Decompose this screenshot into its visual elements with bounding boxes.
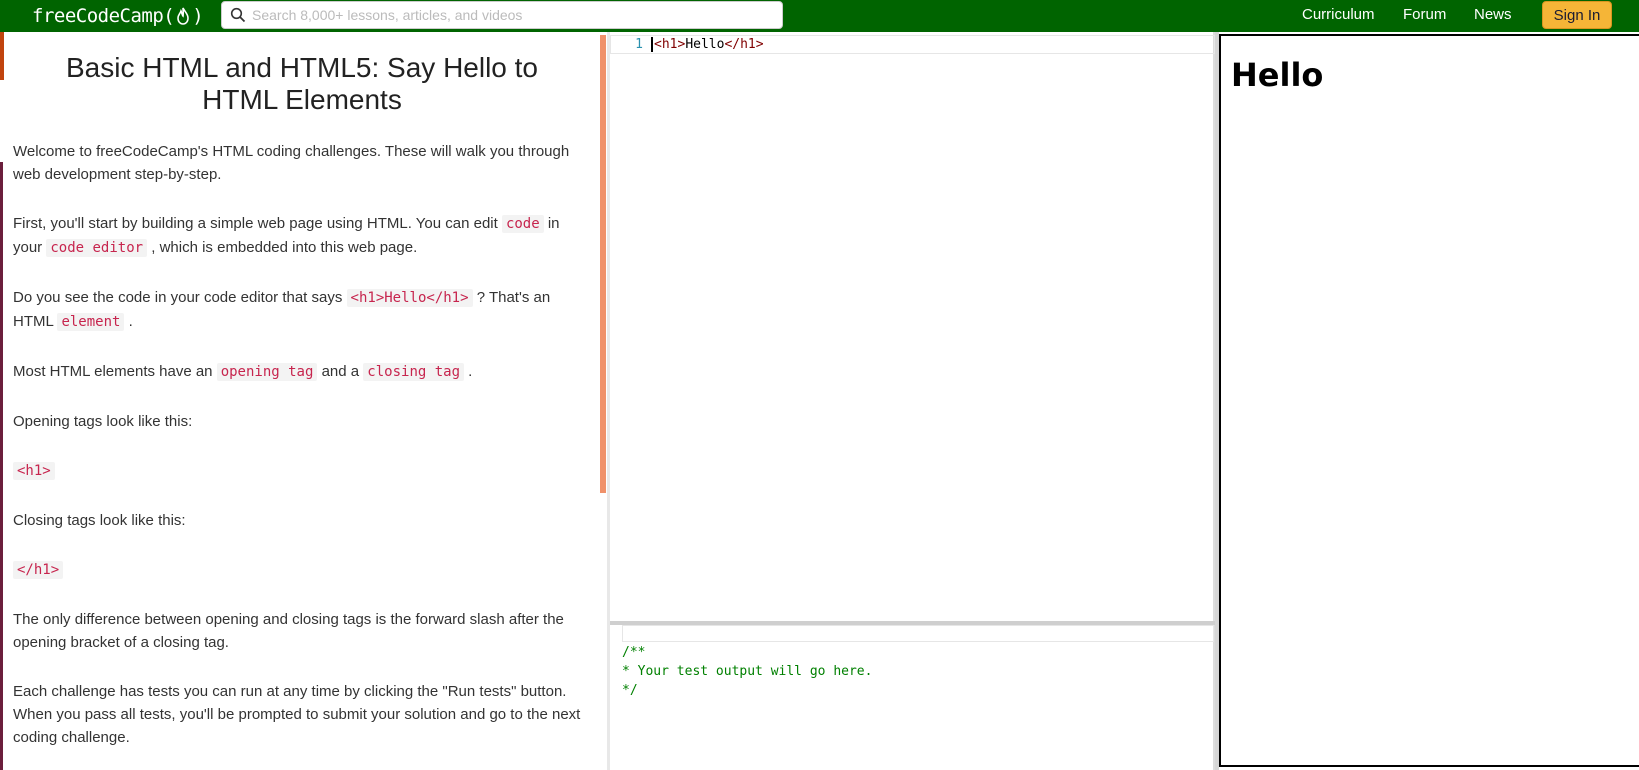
inline-code: closing tag	[363, 363, 465, 381]
nav-link-forum[interactable]: Forum	[1403, 6, 1446, 23]
preview-frame: Hello	[1219, 34, 1639, 767]
instruction-paragraph: <h1>	[13, 459, 591, 483]
search-icon	[230, 7, 246, 23]
search-input[interactable]	[252, 7, 782, 23]
test-output-console: /** * Your test output will go here. */	[610, 625, 1215, 770]
editor-line[interactable]: 1 <h1>Hello</h1>	[610, 35, 1215, 54]
nav-link-news[interactable]: News	[1474, 6, 1512, 23]
console-output: /** * Your test output will go here. */	[622, 645, 873, 698]
logo-text-left: freeCodeCamp(	[32, 5, 175, 27]
sign-in-button[interactable]: Sign In	[1542, 1, 1612, 29]
instruction-paragraph: Opening tags look like this:	[13, 413, 193, 430]
freecodecamp-logo[interactable]: freeCodeCamp( )	[32, 3, 204, 29]
inline-code: <h1>	[13, 462, 55, 480]
instruction-paragraph: Welcome to freeCodeCamp's HTML coding ch…	[13, 143, 570, 183]
instruction-paragraph: Closing tags look like this:	[13, 512, 186, 529]
challenge-instructions: Basic HTML and HTML5: Say Hello to HTML …	[4, 32, 600, 770]
nav-link-curriculum[interactable]: Curriculum	[1302, 6, 1375, 23]
instruction-paragraph: The only difference between opening and …	[13, 611, 564, 651]
flame-icon	[175, 6, 191, 26]
inline-code: </h1>	[13, 561, 64, 579]
inline-code: <h1>Hello</h1>	[346, 289, 473, 307]
inline-code: element	[57, 313, 125, 331]
instructions-scrollbar[interactable]	[600, 35, 606, 493]
console-header	[622, 625, 1214, 642]
instruction-paragraph: Each challenge has tests you can run at …	[13, 683, 581, 746]
instruction-paragraph: Do you see the code in your code editor …	[13, 289, 551, 331]
instruction-paragraph: Most HTML elements have an opening tag a…	[13, 363, 473, 381]
line-number: 1	[635, 37, 643, 52]
logo-text-right: )	[192, 5, 204, 27]
challenge-title: Basic HTML and HTML5: Say Hello to HTML …	[65, 52, 539, 115]
code-editor[interactable]: 1 <h1>Hello</h1>	[610, 32, 1215, 621]
preview-heading: Hello	[1231, 56, 1324, 94]
editor-code[interactable]: <h1>Hello</h1>	[651, 37, 764, 52]
inline-code: code	[501, 215, 544, 233]
instruction-paragraph: </h1>	[13, 558, 591, 582]
search-box[interactable]	[221, 1, 783, 29]
inline-code: opening tag	[216, 363, 318, 381]
instruction-paragraph: First, you'll start by building a simple…	[13, 215, 560, 257]
navbar: freeCodeCamp( ) Curriculum Forum News Si…	[0, 0, 1639, 32]
inline-code: code editor	[46, 239, 148, 257]
